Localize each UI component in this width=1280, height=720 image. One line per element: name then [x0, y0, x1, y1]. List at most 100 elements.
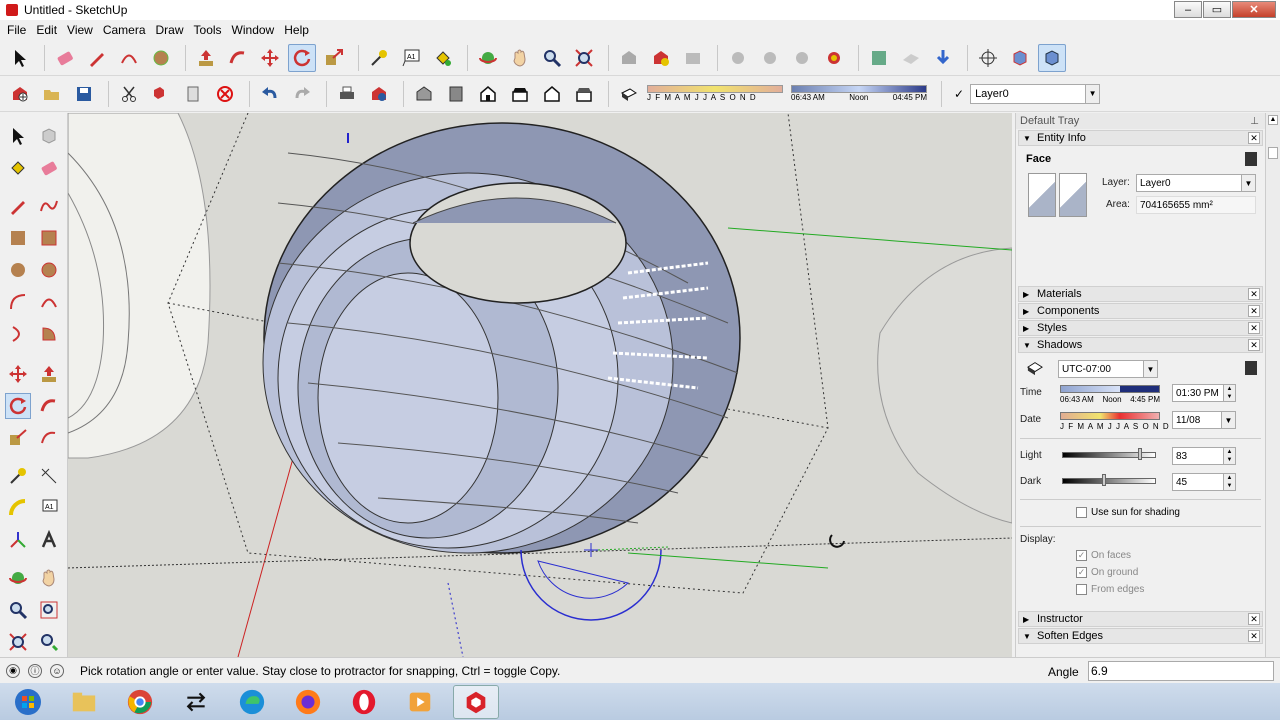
- close-button[interactable]: ✕: [1232, 1, 1276, 18]
- components-share-button[interactable]: [647, 44, 675, 72]
- menu-edit[interactable]: Edit: [31, 23, 62, 37]
- text-tool-button[interactable]: A1: [397, 44, 425, 72]
- previous-view-tool[interactable]: [36, 629, 62, 655]
- date-gradient-bar[interactable]: [647, 85, 783, 93]
- redo-button[interactable]: [288, 80, 316, 108]
- line-tool-button[interactable]: [83, 44, 111, 72]
- styles-header[interactable]: ▶ Styles ✕: [1018, 320, 1263, 336]
- select-tool-button[interactable]: [6, 44, 34, 72]
- photo-texture-button[interactable]: [865, 44, 893, 72]
- open-button[interactable]: [38, 80, 66, 108]
- close-icon[interactable]: ✕: [1248, 630, 1260, 642]
- minimize-button[interactable]: –: [1174, 1, 1202, 18]
- eraser-tool-button[interactable]: [51, 44, 79, 72]
- zoom-tool[interactable]: [5, 597, 31, 623]
- date-slider-mini[interactable]: J F M A M J J A S O N D: [647, 85, 783, 102]
- shadow-settings-button[interactable]: [615, 80, 643, 108]
- dark-slider[interactable]: [1062, 478, 1156, 484]
- rotate-protractor[interactable]: [520, 543, 829, 621]
- details-toggle-icon[interactable]: [1245, 152, 1257, 166]
- eraser-tool[interactable]: [36, 155, 62, 181]
- menu-window[interactable]: Window: [227, 23, 280, 37]
- rectangle-tool[interactable]: [5, 225, 31, 251]
- scroll-up-icon[interactable]: ▲: [1268, 115, 1278, 125]
- scene-drawing[interactable]: [68, 113, 1012, 657]
- menu-help[interactable]: Help: [279, 23, 314, 37]
- paint-bucket-tool[interactable]: [5, 155, 31, 181]
- menu-draw[interactable]: Draw: [151, 23, 189, 37]
- rotated-rectangle-tool[interactable]: [36, 225, 62, 251]
- left-view-button[interactable]: [570, 80, 598, 108]
- paste-button[interactable]: [179, 80, 207, 108]
- menu-camera[interactable]: Camera: [98, 23, 151, 37]
- iso-view-button[interactable]: [410, 80, 438, 108]
- taskbar-switch[interactable]: [173, 685, 219, 719]
- extension-b-button[interactable]: [788, 44, 816, 72]
- axes-tool[interactable]: [5, 527, 31, 553]
- time-slider-mini[interactable]: 06:43 AM Noon 04:45 PM: [791, 85, 927, 102]
- taskbar-media[interactable]: [397, 685, 443, 719]
- entity-info-header[interactable]: ▼ Entity Info ✕: [1018, 130, 1263, 146]
- freehand-tool[interactable]: [36, 193, 62, 219]
- tray-scrollbar[interactable]: ▲: [1265, 113, 1280, 657]
- pie-tool[interactable]: [36, 321, 62, 347]
- shadow-toggle-icon[interactable]: [1026, 360, 1044, 376]
- time-spinner[interactable]: ▲ ▼: [1223, 385, 1235, 401]
- position-camera-button[interactable]: [974, 44, 1002, 72]
- on-ground-option[interactable]: ✓ On ground: [1076, 567, 1138, 578]
- time-gradient-bar[interactable]: [791, 85, 927, 93]
- entity-layer-dropdown[interactable]: Layer0 ▼: [1136, 174, 1256, 192]
- timezone-dropdown[interactable]: UTC-07:00 ▼: [1058, 360, 1158, 378]
- from-edges-option[interactable]: From edges: [1076, 584, 1144, 595]
- date-input[interactable]: 11/08 ▼: [1172, 411, 1236, 429]
- scale-tool-button[interactable]: [320, 44, 348, 72]
- date-slider[interactable]: [1060, 412, 1160, 420]
- dark-spinner[interactable]: ▲ ▼: [1223, 474, 1235, 490]
- taskbar-opera[interactable]: [341, 685, 387, 719]
- materials-header[interactable]: ▶ Materials ✕: [1018, 286, 1263, 302]
- back-view-button[interactable]: [538, 80, 566, 108]
- light-spinner[interactable]: ▲ ▼: [1223, 448, 1235, 464]
- close-icon[interactable]: ✕: [1248, 288, 1260, 300]
- dark-slider-thumb[interactable]: [1102, 474, 1107, 486]
- zoom-window-tool[interactable]: [36, 597, 62, 623]
- new-button[interactable]: [6, 80, 34, 108]
- offset-tool[interactable]: [36, 425, 62, 451]
- taskbar-chrome[interactable]: [117, 685, 163, 719]
- arc-tool-button[interactable]: [115, 44, 143, 72]
- light-slider-thumb[interactable]: [1138, 448, 1143, 460]
- on-faces-option[interactable]: ✓ On faces: [1076, 550, 1131, 561]
- credits-icon[interactable]: ⓘ: [28, 663, 42, 678]
- soften-edges-header[interactable]: ▼ Soften Edges ✕: [1018, 628, 1263, 644]
- orbit-tool-button[interactable]: [474, 44, 502, 72]
- extension-a-button[interactable]: [756, 44, 784, 72]
- model-info-button[interactable]: [365, 80, 393, 108]
- zoom-extents-tool[interactable]: [5, 629, 31, 655]
- menu-tools[interactable]: Tools: [189, 23, 227, 37]
- menu-file[interactable]: File: [2, 23, 31, 37]
- from-edges-checkbox[interactable]: [1076, 584, 1087, 595]
- sandbox-button[interactable]: [897, 44, 925, 72]
- dimension-tool[interactable]: [36, 463, 62, 489]
- 3d-text-tool[interactable]: [36, 527, 62, 553]
- move-tool[interactable]: [5, 361, 31, 387]
- pan-tool-button[interactable]: [506, 44, 534, 72]
- time-slider[interactable]: [1060, 385, 1160, 393]
- time-input[interactable]: 01:30 PM ▲ ▼: [1172, 384, 1236, 402]
- select-tool[interactable]: [5, 123, 31, 149]
- close-icon[interactable]: ✕: [1248, 305, 1260, 317]
- maximize-button[interactable]: ▭: [1203, 1, 1231, 18]
- delete-button[interactable]: [211, 80, 239, 108]
- geo-location-icon[interactable]: ◉: [6, 663, 20, 678]
- look-around-button[interactable]: [1038, 43, 1066, 72]
- menu-view[interactable]: View: [62, 23, 98, 37]
- arc-tool[interactable]: [5, 289, 31, 315]
- move-tool-button[interactable]: [256, 44, 284, 72]
- use-sun-option[interactable]: Use sun for shading: [1076, 507, 1180, 518]
- on-ground-checkbox[interactable]: ✓: [1076, 567, 1087, 578]
- taskbar-explorer[interactable]: [61, 685, 107, 719]
- rotate-tool-button[interactable]: [288, 43, 316, 72]
- start-button[interactable]: [5, 685, 51, 719]
- share-model-button[interactable]: [679, 44, 707, 72]
- taskbar-edge[interactable]: [229, 685, 275, 719]
